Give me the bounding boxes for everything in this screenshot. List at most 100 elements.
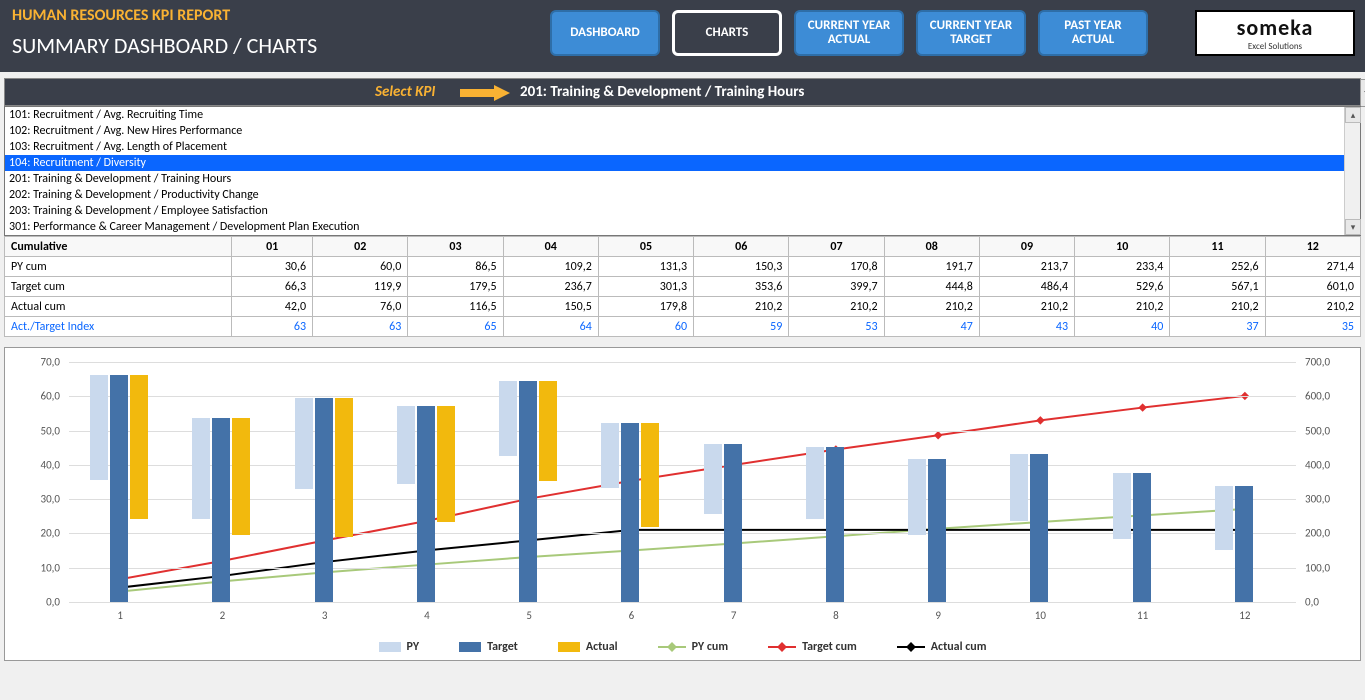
cell: 179,5 xyxy=(408,277,503,297)
bar-target xyxy=(110,375,128,602)
cell: 191,7 xyxy=(884,257,979,277)
chart-container: 0,010,020,030,040,050,060,070,0 0,0100,0… xyxy=(4,347,1361,661)
cell: 444,8 xyxy=(884,277,979,297)
cell: 399,7 xyxy=(789,277,884,297)
row-label: Act./Target Index xyxy=(5,317,232,337)
month-header: 12 xyxy=(1265,237,1360,257)
y-axis-right: 0,0100,0200,0300,0400,0500,0600,0700,0 xyxy=(1301,362,1356,602)
bar-py xyxy=(806,447,824,519)
cell: 486,4 xyxy=(979,277,1074,297)
month-header: 09 xyxy=(979,237,1074,257)
table-row: Act./Target Index63636564605953474340373… xyxy=(5,317,1361,337)
kpi-option[interactable]: 201: Training & Development / Training H… xyxy=(5,171,1360,187)
cell: 210,2 xyxy=(979,297,1074,317)
header-bar: HUMAN RESOURCES KPI REPORT SUMMARY DASHB… xyxy=(0,0,1365,72)
dropdown-scrollbar[interactable]: ▴ ▾ xyxy=(1344,107,1360,235)
kpi-selector-bar[interactable]: Select KPI 201: Training & Development /… xyxy=(4,78,1361,106)
table-row: Target cum66,3119,9179,5236,7301,3353,63… xyxy=(5,277,1361,297)
cell: 59 xyxy=(694,317,789,337)
cell: 210,2 xyxy=(694,297,789,317)
bar-actual xyxy=(539,381,557,481)
report-title: HUMAN RESOURCES KPI REPORT xyxy=(12,6,230,25)
cell: 65 xyxy=(408,317,503,337)
kpi-option[interactable]: 301: Performance & Career Management / D… xyxy=(5,219,1360,235)
month-header: 10 xyxy=(1075,237,1170,257)
row-label: Actual cum xyxy=(5,297,232,317)
bar-py xyxy=(601,423,619,488)
cell: 116,5 xyxy=(408,297,503,317)
bar-target xyxy=(1030,454,1048,602)
bar-target xyxy=(826,447,844,602)
legend-accum: Actual cum xyxy=(897,640,987,654)
cell: 109,2 xyxy=(503,257,598,277)
cell: 252,6 xyxy=(1170,257,1265,277)
cumulative-table: Cumulative010203040506070809101112 PY cu… xyxy=(4,236,1361,337)
month-header: 01 xyxy=(232,237,313,257)
month-header: 06 xyxy=(694,237,789,257)
bar-target xyxy=(1133,473,1151,602)
plot-area: 123456789101112 xyxy=(69,362,1296,602)
bar-actual xyxy=(232,418,250,535)
cell: 210,2 xyxy=(884,297,979,317)
nav-cy-target[interactable]: CURRENT YEAR TARGET xyxy=(916,10,1026,56)
bar-py xyxy=(1215,486,1233,550)
cell: 150,3 xyxy=(694,257,789,277)
cell: 47 xyxy=(884,317,979,337)
bar-actual xyxy=(335,398,353,537)
cell: 210,2 xyxy=(1170,297,1265,317)
nav-dashboard[interactable]: DASHBOARD xyxy=(550,10,660,56)
cell: 30,6 xyxy=(232,257,313,277)
nav-buttons: DASHBOARD CHARTS CURRENT YEAR ACTUAL CUR… xyxy=(550,10,1148,56)
cell: 53 xyxy=(789,317,884,337)
bar-py xyxy=(192,418,210,519)
kpi-option[interactable]: 203: Training & Development / Employee S… xyxy=(5,203,1360,219)
cell: 567,1 xyxy=(1170,277,1265,297)
month-header: 07 xyxy=(789,237,884,257)
logo: someka Excel Solutions xyxy=(1195,10,1355,56)
nav-charts[interactable]: CHARTS xyxy=(672,10,782,56)
cell: 601,0 xyxy=(1265,277,1360,297)
line-pycum xyxy=(120,509,1245,592)
bar-actual xyxy=(130,375,148,519)
bar-target xyxy=(621,423,639,602)
cell: 233,4 xyxy=(1075,257,1170,277)
nav-cy-actual[interactable]: CURRENT YEAR ACTUAL xyxy=(794,10,904,56)
kpi-option[interactable]: 102: Recruitment / Avg. New Hires Perfor… xyxy=(5,123,1360,139)
kpi-option[interactable]: 104: Recruitment / Diversity xyxy=(5,155,1360,171)
month-header: 08 xyxy=(884,237,979,257)
cell: 40 xyxy=(1075,317,1170,337)
bar-py xyxy=(1010,454,1028,522)
kpi-dropdown-list: 101: Recruitment / Avg. Recruiting Time1… xyxy=(4,106,1361,236)
cell: 529,6 xyxy=(1075,277,1170,297)
cell: 76,0 xyxy=(313,297,408,317)
bar-py xyxy=(1113,473,1131,539)
kpi-option[interactable]: 202: Training & Development / Productivi… xyxy=(5,187,1360,203)
kpi-option[interactable]: 103: Recruitment / Avg. Length of Placem… xyxy=(5,139,1360,155)
cell: 301,3 xyxy=(598,277,693,297)
cell: 42,0 xyxy=(232,297,313,317)
scroll-down-icon[interactable]: ▾ xyxy=(1345,219,1361,235)
month-header: 11 xyxy=(1170,237,1265,257)
cell: 236,7 xyxy=(503,277,598,297)
nav-py-actual[interactable]: PAST YEAR ACTUAL xyxy=(1038,10,1148,56)
chart-legend: PY Target Actual PY cum Target cum Actua… xyxy=(9,632,1356,656)
bar-target xyxy=(212,418,230,602)
cell: 170,8 xyxy=(789,257,884,277)
logo-text: someka xyxy=(1237,14,1314,41)
scroll-up-icon[interactable]: ▴ xyxy=(1345,107,1361,123)
bar-py xyxy=(704,444,722,514)
bar-py xyxy=(397,406,415,484)
kpi-option[interactable]: 101: Recruitment / Avg. Recruiting Time xyxy=(5,107,1360,123)
legend-tgcum: Target cum xyxy=(768,640,857,654)
bar-target xyxy=(724,444,742,602)
cell: 86,5 xyxy=(408,257,503,277)
cell: 353,6 xyxy=(694,277,789,297)
line-targetcum xyxy=(120,396,1245,579)
bar-py xyxy=(499,381,517,456)
cell: 63 xyxy=(313,317,408,337)
row-label: PY cum xyxy=(5,257,232,277)
table-row: Actual cum42,076,0116,5150,5179,8210,221… xyxy=(5,297,1361,317)
table-section-label: Cumulative xyxy=(5,237,232,257)
dropdown-toggle[interactable] xyxy=(1360,79,1365,107)
combo-chart: 0,010,020,030,040,050,060,070,0 0,0100,0… xyxy=(9,352,1356,632)
